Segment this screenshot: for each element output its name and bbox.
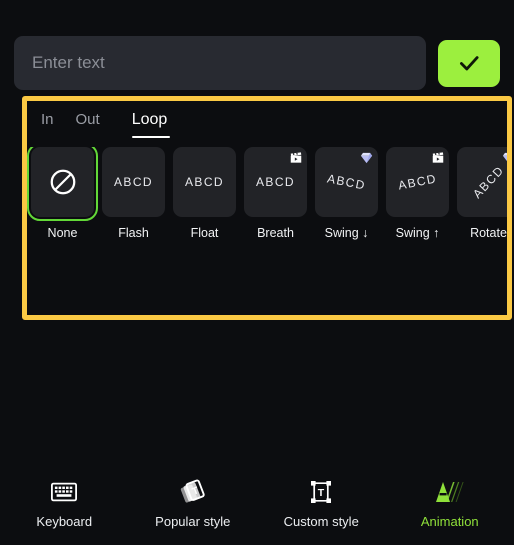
animation-item-swing-down[interactable]: ABCD Swing ↓	[314, 147, 379, 240]
animation-item-label: Swing ↑	[395, 226, 440, 240]
tab-out-label: Out	[75, 111, 100, 128]
tab-in[interactable]: In	[35, 109, 70, 128]
gem-badge-icon	[501, 150, 507, 165]
animation-thumb[interactable]: ABCD	[244, 147, 307, 217]
check-icon	[460, 56, 479, 71]
video-badge-icon	[288, 150, 303, 165]
nav-item-label: Popular style	[155, 514, 231, 529]
tab-in-label: In	[41, 111, 54, 128]
nav-item-popular-style[interactable]: T Popular style	[129, 479, 258, 529]
nav-item-label: Custom style	[283, 514, 359, 529]
animation-thumb[interactable]	[27, 147, 98, 221]
animation-preview-text: ABCD	[397, 171, 438, 193]
nav-item-keyboard[interactable]: Keyboard	[0, 479, 129, 529]
nav-item-custom-style[interactable]: T Custom style	[257, 479, 386, 529]
tab-loop[interactable]: Loop	[126, 109, 194, 138]
svg-text:T: T	[318, 487, 325, 499]
animation-item-none[interactable]: None	[27, 147, 98, 240]
text-animation-editor: In Out Loop	[0, 0, 514, 545]
animation-tabs: In Out Loop	[27, 101, 507, 145]
nav-item-animation[interactable]: Animation	[386, 479, 514, 529]
animation-preview-text: ABCD	[256, 175, 295, 189]
animation-item-label: Rotate	[470, 226, 507, 240]
animation-item-label: Float	[190, 226, 219, 240]
animation-panel: In Out Loop None ABCD Flash ABCD Float A…	[27, 101, 507, 315]
tab-out[interactable]: Out	[70, 109, 126, 128]
active-tab-indicator	[131, 136, 170, 138]
animation-item-label: Swing ↓	[324, 226, 369, 240]
text-input-container[interactable]	[14, 36, 426, 90]
animation-a-icon	[435, 479, 465, 505]
animation-thumb[interactable]: ABCD	[173, 147, 236, 217]
animation-preview-text: ABCD	[470, 162, 507, 202]
animation-item-label: Flash	[118, 226, 149, 240]
animation-thumb[interactable]: ABCD	[386, 147, 449, 217]
animation-preview-text: ABCD	[114, 175, 153, 189]
animation-item-rotate[interactable]: ABCD Rotate	[456, 147, 507, 240]
animation-thumb[interactable]: ABCD	[315, 147, 378, 217]
animation-item-strip[interactable]: None ABCD Flash ABCD Float ABCD Breath A…	[27, 147, 507, 240]
animation-thumb[interactable]: ABCD	[102, 147, 165, 217]
no-animation-icon	[50, 169, 75, 195]
text-entry-row	[14, 36, 500, 90]
nav-item-label: Keyboard	[36, 514, 93, 529]
text-input[interactable]	[32, 53, 426, 73]
animation-item-float[interactable]: ABCD Float	[172, 147, 237, 240]
gem-badge-icon	[359, 150, 374, 165]
tab-loop-label: Loop	[131, 111, 168, 128]
animation-item-label: None	[47, 226, 78, 240]
animation-thumb[interactable]: ABCD	[457, 147, 507, 217]
nav-item-label: Animation	[420, 514, 479, 529]
animation-item-swing-up[interactable]: ABCD Swing ↑	[385, 147, 450, 240]
cards-text-icon: T	[180, 479, 206, 505]
text-box-icon: T	[309, 479, 333, 505]
video-badge-icon	[430, 150, 445, 165]
keyboard-icon	[51, 479, 78, 505]
animation-item-flash[interactable]: ABCD Flash	[101, 147, 166, 240]
animation-preview-text: ABCD	[185, 175, 224, 189]
animation-item-label: Breath	[257, 226, 294, 240]
animation-preview-text: ABCD	[326, 171, 367, 193]
bottom-navigation: Keyboard T Popular style T Custom style …	[0, 479, 514, 529]
animation-panel-highlight: In Out Loop None ABCD Flash ABCD Float A…	[22, 96, 512, 320]
animation-item-breath[interactable]: ABCD Breath	[243, 147, 308, 240]
confirm-button[interactable]	[438, 39, 500, 87]
